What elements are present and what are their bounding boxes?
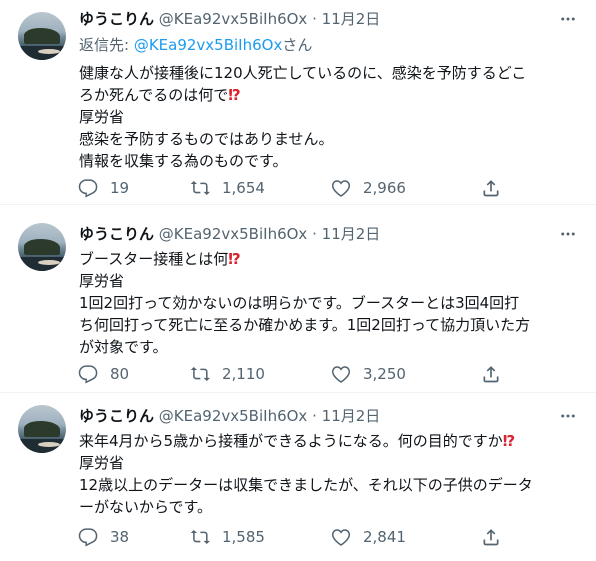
user-handle[interactable]: @KEa92vx5BiIh6Ox xyxy=(159,407,308,425)
reply-count: 80 xyxy=(110,365,130,383)
text-line: ろか死んでるのは何で⁉ xyxy=(79,86,241,104)
reply-button[interactable]: 38 xyxy=(78,526,129,548)
reply-suffix: さん xyxy=(282,36,313,54)
avatar[interactable] xyxy=(18,405,66,453)
text-line: 厚労省 xyxy=(79,272,125,290)
tweet-header: ゆうこりん @KEa92vx5BiIh6Ox · 11月2日 xyxy=(79,405,380,427)
tweet-header: ゆうこりん @KEa92vx5BiIh6Ox · 11月2日 xyxy=(79,223,380,245)
text-line: 情報を収集する為のものです。 xyxy=(79,152,288,170)
reply-context: 返信先: @KEa92vx5BiIh6Oxさん xyxy=(79,34,312,56)
timestamp[interactable]: 11月2日 xyxy=(322,225,381,243)
like-count: 2,841 xyxy=(363,528,406,546)
display-name[interactable]: ゆうこりん xyxy=(79,10,154,28)
text-line: ーがないからです。 xyxy=(79,498,213,516)
share-button[interactable] xyxy=(481,526,501,548)
retweet-count: 1,654 xyxy=(222,179,265,197)
timeline: ゆうこりん @KEa92vx5BiIh6Ox · 11月2日 返信先: @KEa… xyxy=(0,0,596,561)
tweet-header: ゆうこりん @KEa92vx5BiIh6Ox · 11月2日 xyxy=(79,8,380,30)
tweet[interactable]: ゆうこりん @KEa92vx5BiIh6Ox · 11月2日 来年4月から5歳か… xyxy=(0,393,596,561)
share-icon xyxy=(483,366,499,383)
text-line: ブースター接種とは何⁉ xyxy=(79,250,241,268)
like-count: 3,250 xyxy=(363,365,406,383)
more-icon[interactable] xyxy=(558,9,578,29)
avatar[interactable] xyxy=(18,223,66,271)
like-button[interactable]: 2,841 xyxy=(331,526,406,548)
action-bar: 19 1,654 2,966 xyxy=(78,177,501,199)
display-name[interactable]: ゆうこりん xyxy=(79,407,154,425)
text-line: 1回2回打って効かないのは明らかです。ブースターとは3回4回打 xyxy=(79,294,520,312)
retweet-button[interactable]: 2,110 xyxy=(190,363,265,385)
reply-button[interactable]: 80 xyxy=(78,363,129,385)
timestamp[interactable]: 11月2日 xyxy=(322,10,381,28)
more-icon[interactable] xyxy=(558,224,578,244)
reply-button[interactable]: 19 xyxy=(78,177,129,199)
text-line: 12歳以上のデーターは収集できましたが、それ以下の子供のデータ xyxy=(79,476,533,494)
share-icon xyxy=(483,180,499,197)
reply-icon xyxy=(78,179,98,198)
retweet-button[interactable]: 1,654 xyxy=(190,177,265,199)
display-name[interactable]: ゆうこりん xyxy=(79,225,154,243)
text-line: 厚労省 xyxy=(79,108,125,126)
text-line: 来年4月から5歳から接種ができるようになる。何の目的ですか⁉ xyxy=(79,432,516,450)
tweet-text: ブースター接種とは何⁉ 厚労省 1回2回打って効かないのは明らかです。ブースター… xyxy=(79,248,584,358)
retweet-icon xyxy=(190,366,210,381)
text-line: が対象です。 xyxy=(79,338,168,356)
exclamation-question-icon: ⁉ xyxy=(228,250,241,268)
like-count: 2,966 xyxy=(363,179,406,197)
exclamation-question-icon: ⁉ xyxy=(502,432,516,450)
share-icon xyxy=(483,529,499,546)
heart-icon xyxy=(331,366,351,383)
separator-dot: · xyxy=(312,10,317,28)
like-button[interactable]: 3,250 xyxy=(331,363,406,385)
retweet-count: 1,585 xyxy=(222,528,265,546)
share-button[interactable] xyxy=(481,363,501,385)
share-button[interactable] xyxy=(481,177,501,199)
separator-dot: · xyxy=(312,407,317,425)
like-button[interactable]: 2,966 xyxy=(331,177,406,199)
exclamation-question-icon: ⁉ xyxy=(228,86,241,104)
more-icon[interactable] xyxy=(558,406,578,426)
heart-icon xyxy=(331,529,351,546)
tweet[interactable]: ゆうこりん @KEa92vx5BiIh6Ox · 11月2日 返信先: @KEa… xyxy=(0,0,596,205)
user-handle[interactable]: @KEa92vx5BiIh6Ox xyxy=(159,225,308,243)
user-handle[interactable]: @KEa92vx5BiIh6Ox xyxy=(159,10,308,28)
action-bar: 80 2,110 3,250 xyxy=(78,363,501,385)
tweet-text: 来年4月から5歳から接種ができるようになる。何の目的ですか⁉ 厚労省 12歳以上… xyxy=(79,430,584,518)
reply-mention-link[interactable]: @KEa92vx5BiIh6Ox xyxy=(134,36,283,54)
retweet-icon xyxy=(190,180,210,195)
reply-icon xyxy=(78,528,98,547)
tweet[interactable]: ゆうこりん @KEa92vx5BiIh6Ox · 11月2日 ブースター接種とは… xyxy=(0,205,596,393)
separator-dot: · xyxy=(312,225,317,243)
action-bar: 38 1,585 2,841 xyxy=(78,526,501,548)
reply-count: 38 xyxy=(110,528,130,546)
heart-icon xyxy=(331,180,351,197)
reply-icon xyxy=(78,365,98,384)
reply-prefix: 返信先: xyxy=(79,36,134,54)
retweet-count: 2,110 xyxy=(222,365,265,383)
text-line: 健康な人が接種後に120人死亡しているのに、感染を予防するどこ xyxy=(79,64,527,82)
reply-count: 19 xyxy=(110,179,130,197)
tweet-text: 健康な人が接種後に120人死亡しているのに、感染を予防するどこ ろか死んでるのは… xyxy=(79,62,584,172)
timestamp[interactable]: 11月2日 xyxy=(322,407,381,425)
text-line: 感染を予防するものではありません。 xyxy=(79,130,334,148)
avatar[interactable] xyxy=(18,12,66,60)
retweet-button[interactable]: 1,585 xyxy=(190,526,265,548)
retweet-icon xyxy=(190,529,210,544)
text-line: 厚労省 xyxy=(79,454,125,472)
text-line: ち何回打って死亡に至るか確かめます。1回2回打って協力頂いた方 xyxy=(79,316,531,334)
